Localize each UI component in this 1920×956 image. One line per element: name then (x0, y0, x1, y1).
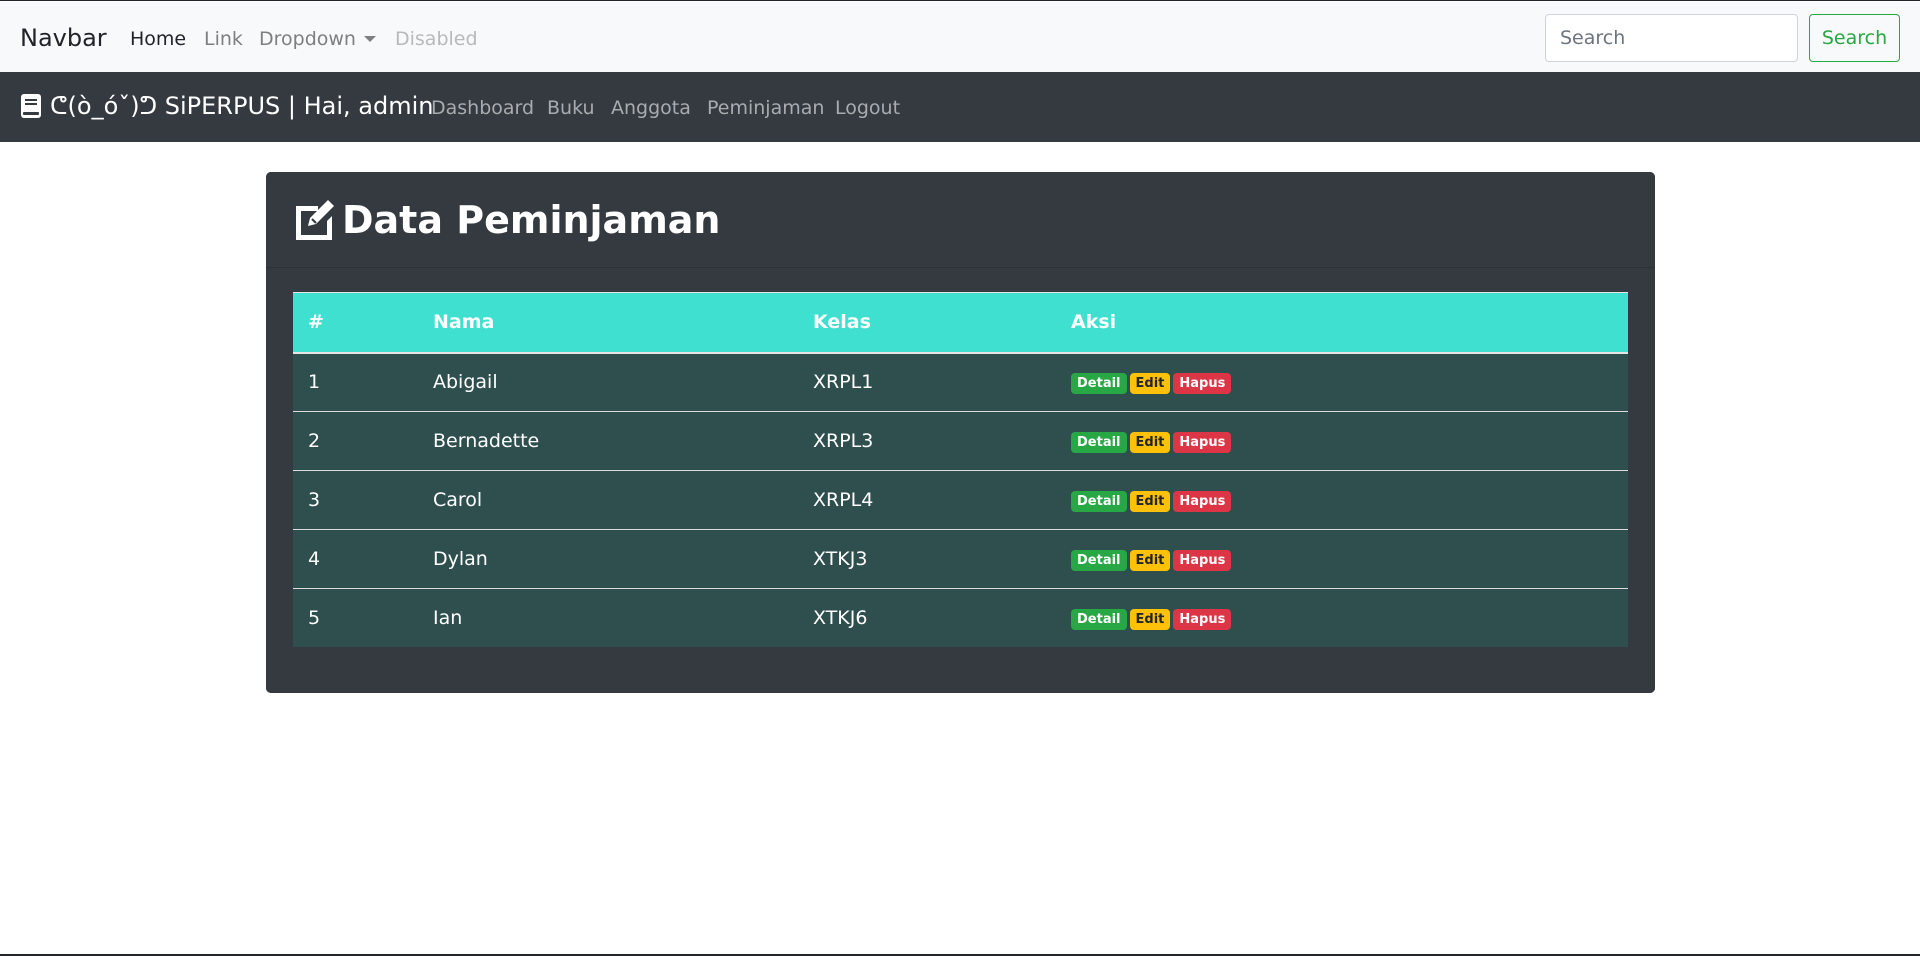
table-row: 5 Ian XTKJ6 Detail Edit Hapus (293, 588, 1628, 647)
cell-aksi: Detail Edit Hapus (1056, 470, 1628, 530)
detail-button[interactable]: Detail (1071, 550, 1127, 571)
edit-button[interactable]: Edit (1129, 550, 1171, 571)
edit-icon (296, 199, 334, 240)
table-row: 4 Dylan XTKJ3 Detail Edit Hapus (293, 529, 1628, 589)
cell-number: 3 (293, 470, 418, 530)
hapus-button[interactable]: Hapus (1173, 373, 1232, 395)
chevron-down-icon (363, 36, 376, 42)
nav-dropdown[interactable]: Dropdown (259, 28, 376, 50)
app-brand[interactable]: ᕦ(ò_óˇ)ᕤ SiPERPUS | Hai, admin (20, 92, 433, 120)
nav-link-peminjaman[interactable]: Peminjaman (707, 97, 824, 119)
edit-button[interactable]: Edit (1129, 491, 1171, 512)
col-header-kelas: Kelas (798, 292, 1056, 354)
table-header-row: # Nama Kelas Aksi (293, 292, 1628, 354)
top-navbar: Navbar Home Link Dropdown Disabled Searc… (0, 2, 1920, 72)
nav-link-home[interactable]: Home (130, 28, 186, 50)
col-header-number: # (293, 292, 418, 354)
search-input[interactable] (1545, 14, 1798, 62)
col-header-nama: Nama (418, 292, 798, 354)
detail-button[interactable]: Detail (1071, 608, 1127, 630)
cell-nama: Abigail (418, 352, 798, 412)
cell-nama: Ian (418, 588, 798, 647)
nav-link-logout[interactable]: Logout (835, 97, 900, 119)
nav-link-link[interactable]: Link (204, 28, 243, 50)
cell-aksi: Detail Edit Hapus (1056, 352, 1628, 412)
cell-kelas: XRPL1 (798, 352, 1056, 412)
table-row: 3 Carol XRPL4 Detail Edit Hapus (293, 470, 1628, 530)
nav-link-disabled: Disabled (395, 28, 478, 50)
cell-kelas: XRPL3 (798, 411, 1056, 471)
card-header: Data Peminjaman (266, 172, 1655, 268)
hapus-button[interactable]: Hapus (1173, 491, 1232, 512)
loan-table: # Nama Kelas Aksi 1 Abigail XRPL1 Detail… (293, 292, 1628, 647)
edit-button[interactable]: Edit (1129, 432, 1171, 453)
cell-kelas: XTKJ3 (798, 529, 1056, 589)
navbar-brand[interactable]: Navbar (20, 24, 107, 52)
book-icon (21, 94, 41, 118)
col-header-aksi: Aksi (1056, 292, 1628, 354)
nav-link-buku[interactable]: Buku (547, 97, 595, 119)
cell-kelas: XRPL4 (798, 470, 1056, 530)
edit-button[interactable]: Edit (1129, 373, 1171, 395)
cell-number: 5 (293, 588, 418, 647)
table-row: 1 Abigail XRPL1 Detail Edit Hapus (293, 352, 1628, 412)
cell-nama: Dylan (418, 529, 798, 589)
cell-number: 2 (293, 411, 418, 471)
detail-button[interactable]: Detail (1071, 373, 1127, 395)
cell-nama: Carol (418, 470, 798, 530)
edit-button[interactable]: Edit (1129, 608, 1171, 630)
cell-number: 4 (293, 529, 418, 589)
nav-link-anggota[interactable]: Anggota (611, 97, 691, 119)
hapus-button[interactable]: Hapus (1173, 608, 1232, 630)
table-row: 2 Bernadette XRPL3 Detail Edit Hapus (293, 411, 1628, 471)
hapus-button[interactable]: Hapus (1173, 432, 1232, 453)
cell-number: 1 (293, 352, 418, 412)
app-navbar: ᕦ(ò_óˇ)ᕤ SiPERPUS | Hai, admin Dashboard… (0, 72, 1920, 142)
cell-nama: Bernadette (418, 411, 798, 471)
hapus-button[interactable]: Hapus (1173, 550, 1232, 571)
app-brand-label: ᕦ(ò_óˇ)ᕤ SiPERPUS | Hai, admin (50, 92, 434, 120)
page-title: Data Peminjaman (342, 197, 721, 242)
detail-button[interactable]: Detail (1071, 432, 1127, 453)
search-button[interactable]: Search (1809, 14, 1900, 62)
cell-kelas: XTKJ6 (798, 588, 1056, 647)
detail-button[interactable]: Detail (1071, 491, 1127, 512)
cell-aksi: Detail Edit Hapus (1056, 529, 1628, 589)
cell-aksi: Detail Edit Hapus (1056, 411, 1628, 471)
nav-dropdown-label: Dropdown (259, 28, 356, 50)
data-card: Data Peminjaman # Nama Kelas Aksi 1 Abig… (266, 172, 1655, 693)
nav-link-dashboard[interactable]: Dashboard (431, 97, 534, 119)
cell-aksi: Detail Edit Hapus (1056, 588, 1628, 647)
